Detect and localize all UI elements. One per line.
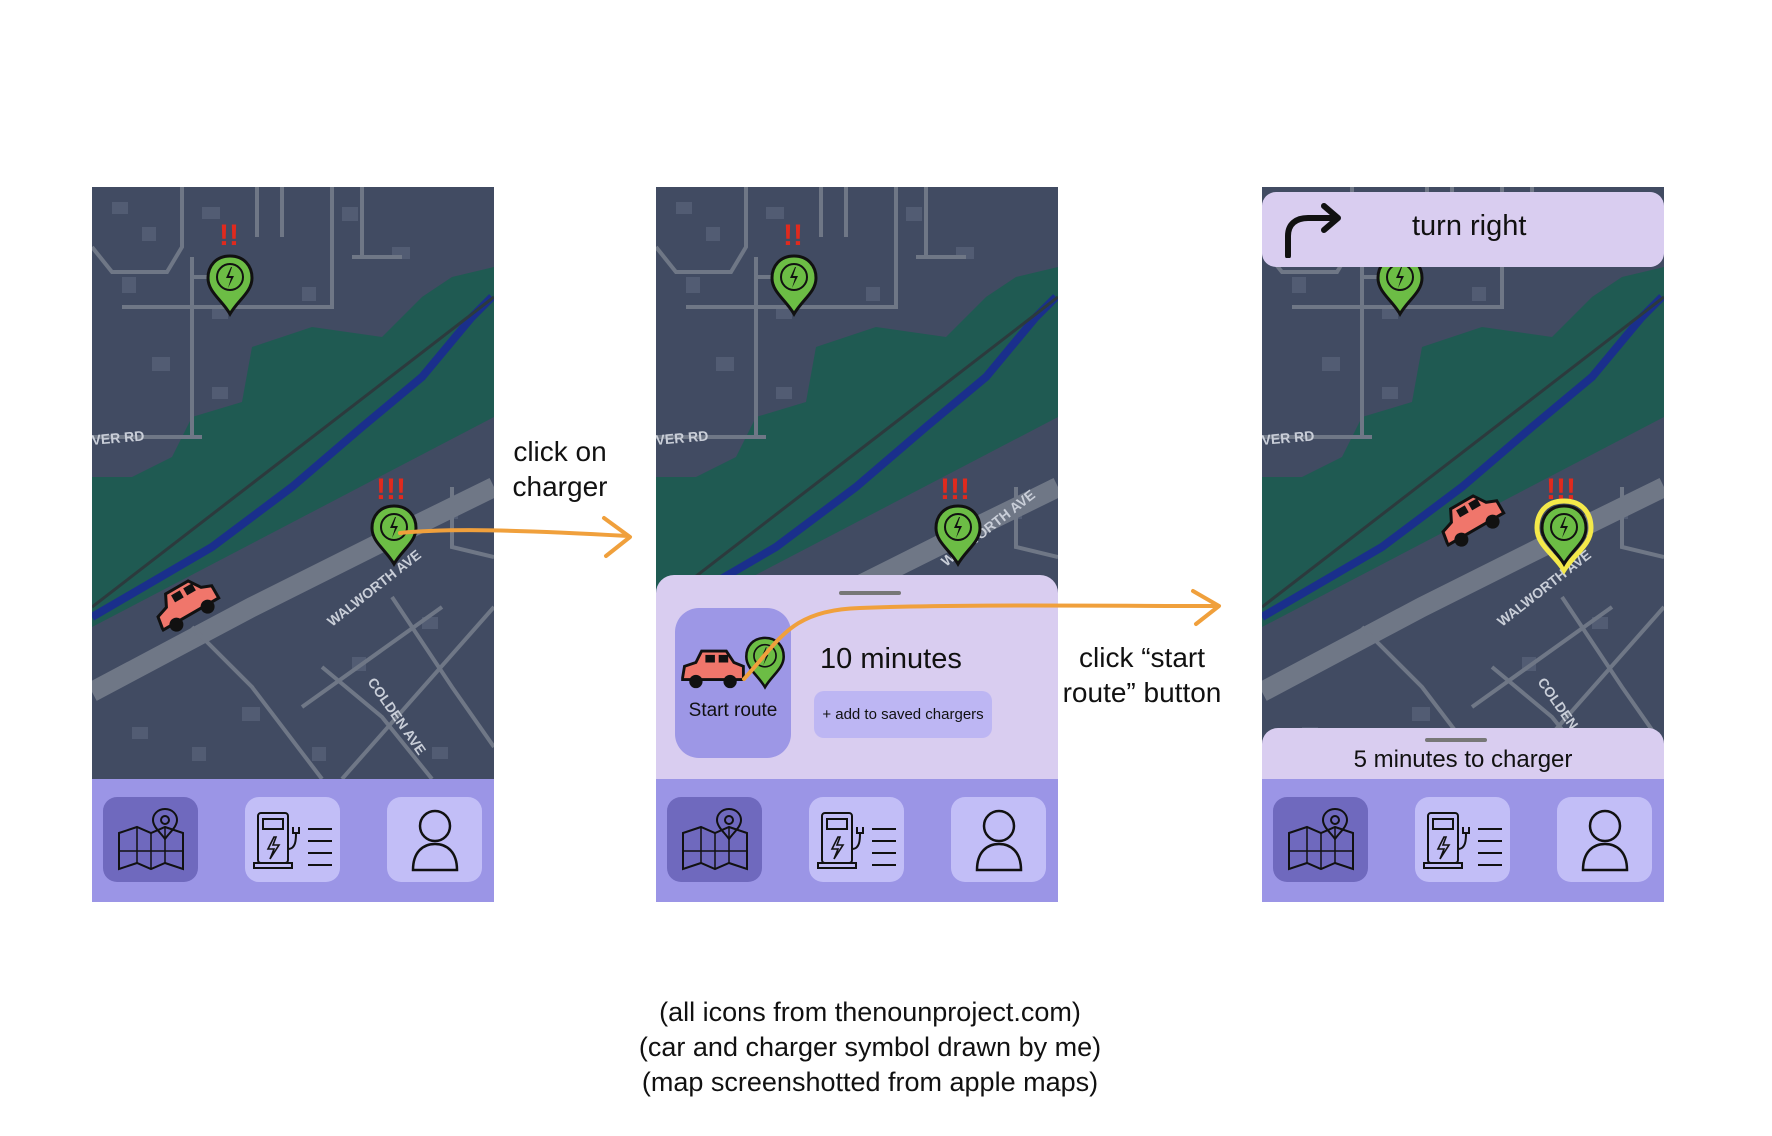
credit-line: (all icons from thenounproject.com) xyxy=(659,997,1081,1027)
car-charger-icon xyxy=(681,636,785,690)
nav-chargers-button[interactable] xyxy=(245,797,340,882)
nav-chargers-button[interactable] xyxy=(1415,797,1510,882)
nav-map-button[interactable] xyxy=(667,797,762,882)
annotation-click-on-charger: click on charger xyxy=(500,434,620,504)
nav-profile-button[interactable] xyxy=(1557,797,1652,882)
credit-line: (map screenshotted from apple maps) xyxy=(641,1067,1099,1097)
credit-line: (car and charger symbol drawn by me) xyxy=(638,1032,1102,1062)
annotation-line: charger xyxy=(512,471,608,502)
turn-instruction-banner: turn right xyxy=(1262,192,1664,267)
charger-detail-sheet: Start route 10 minutes + add to saved ch… xyxy=(656,575,1058,785)
profile-icon xyxy=(975,809,1022,871)
start-route-button[interactable]: Start route xyxy=(675,608,791,758)
alert-marker: !! xyxy=(219,219,239,252)
map-icon xyxy=(681,807,748,870)
annotation-click-start-route: click “start route” button xyxy=(1052,640,1232,710)
eta-text: 5 minutes to charger xyxy=(1353,746,1573,773)
map-view[interactable]: VER RD WALWORTH AVE COLDEN AVE !!! xyxy=(1262,187,1664,779)
profile-icon xyxy=(411,809,458,871)
bottom-nav xyxy=(92,779,494,902)
map-icon xyxy=(117,807,184,870)
profile-icon xyxy=(1581,809,1628,871)
travel-time: 10 minutes xyxy=(820,643,962,675)
turn-instruction-text: turn right xyxy=(1412,210,1527,242)
turn-right-arrow-icon xyxy=(1285,203,1341,258)
charger-list-icon xyxy=(252,811,332,869)
alert-marker: !!! xyxy=(376,473,406,506)
start-route-label: Start route xyxy=(688,700,778,721)
map-icon xyxy=(1287,807,1354,870)
nav-profile-button[interactable] xyxy=(387,797,482,882)
charger-list-icon xyxy=(816,811,896,869)
nav-profile-button[interactable] xyxy=(951,797,1046,882)
phone-screen-2: VER RD WALWORTH AVE !! !!! Start route 1… xyxy=(656,187,1058,902)
annotation-line: click on xyxy=(513,436,607,467)
nav-map-button[interactable] xyxy=(103,797,198,882)
phone-screen-1: VER RD WALWORTH AVE COLDEN AVE !! !!! xyxy=(92,187,494,902)
nav-chargers-button[interactable] xyxy=(809,797,904,882)
sheet-drag-handle[interactable] xyxy=(1425,738,1487,742)
alert-marker: !!! xyxy=(940,473,970,506)
nav-map-button[interactable] xyxy=(1273,797,1368,882)
bottom-nav xyxy=(1262,779,1664,902)
alert-marker: !! xyxy=(783,219,803,252)
eta-panel[interactable]: 5 minutes to charger xyxy=(1262,728,1664,779)
charger-list-icon xyxy=(1422,811,1502,869)
sheet-drag-handle[interactable] xyxy=(839,591,901,595)
bottom-nav xyxy=(656,779,1058,902)
credits: (all icons from thenounproject.com) (car… xyxy=(560,995,1180,1100)
add-to-saved-chargers-button[interactable]: + add to saved chargers xyxy=(814,691,992,738)
annotation-line: click “start xyxy=(1079,642,1205,673)
phone-screen-3: VER RD WALWORTH AVE COLDEN AVE !!! turn … xyxy=(1262,187,1664,902)
map-view[interactable]: VER RD WALWORTH AVE COLDEN AVE !! !!! xyxy=(92,187,494,779)
annotation-line: route” button xyxy=(1062,677,1222,708)
